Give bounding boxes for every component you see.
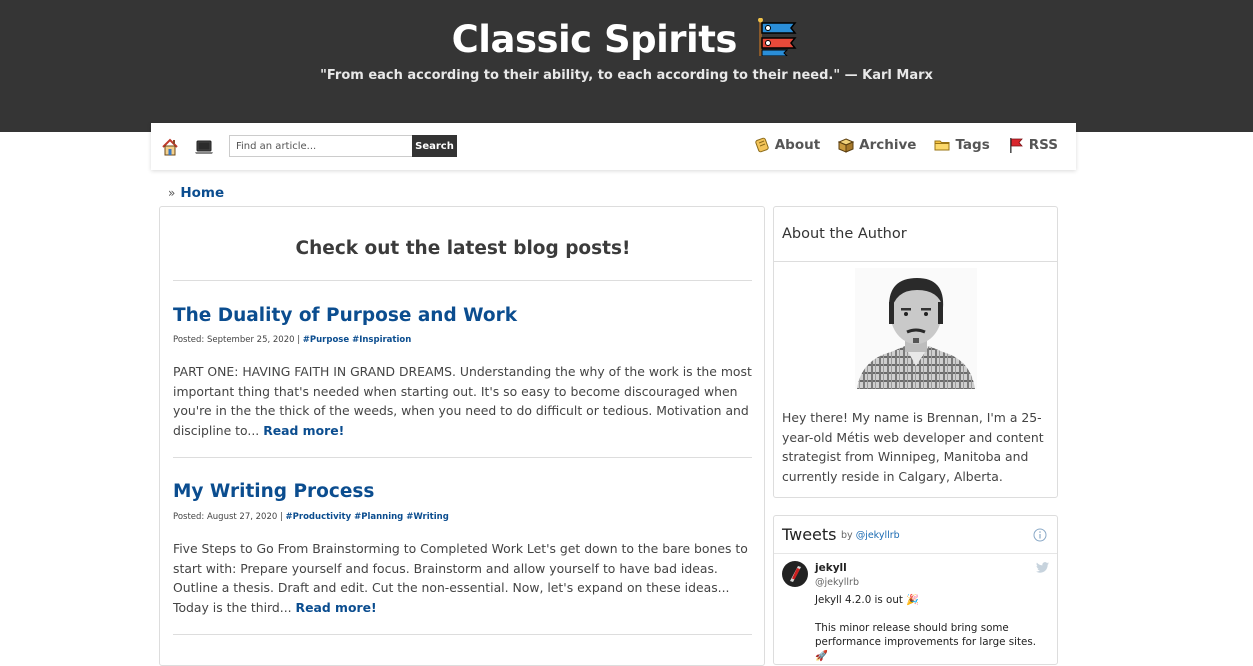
tweet-line: This minor release should bring some per… (815, 622, 1036, 662)
site-title-text[interactable]: Classic Spirits (452, 18, 738, 61)
author-card-title: About the Author (782, 226, 907, 242)
divider (774, 261, 1057, 262)
post-date: Posted: September 25, 2020 | (173, 335, 301, 345)
nav-link-label: RSS (1028, 137, 1058, 153)
divider (173, 634, 752, 635)
info-icon[interactable] (1033, 528, 1047, 542)
author-bio: Hey there! My name is Brennan, I'm a 25-… (782, 410, 1044, 484)
nav-links: About Archive Tags RSS (736, 137, 1058, 153)
navbar: Search About Archive Tags (151, 123, 1076, 170)
post-tags[interactable]: #Productivity #Planning #Writing (286, 512, 449, 522)
package-icon (838, 138, 855, 153)
tweet-author-name[interactable]: jekyll (815, 562, 847, 574)
tweets-by-handle[interactable]: @jekyllrb (856, 530, 900, 541)
flag-icon (1009, 138, 1023, 153)
jekyll-avatar[interactable] (782, 561, 808, 587)
nav-link-label: Archive (859, 137, 917, 153)
breadcrumb: » Home (168, 185, 224, 201)
divider (173, 457, 752, 458)
author-photo (855, 268, 977, 389)
post-excerpt: Five Steps to Go From Brainstorming to C… (173, 539, 755, 617)
breadcrumb-home-link[interactable]: Home (180, 185, 224, 201)
main-content: Check out the latest blog posts! The Dua… (159, 206, 765, 666)
site-header: Classic Spirits "From each according to … (0, 0, 1253, 132)
post-meta: Posted: September 25, 2020 | #Purpose #I… (173, 335, 411, 345)
main-heading: Check out the latest blog posts! (295, 238, 631, 259)
folder-icon (934, 140, 950, 151)
tweets-title[interactable]: Tweets (782, 525, 837, 544)
read-more-link[interactable]: Read more! (263, 423, 344, 438)
tweet-author-handle[interactable]: @jekyllrb (815, 577, 859, 588)
nav-link-rss[interactable]: RSS (1008, 137, 1058, 153)
search-input[interactable] (229, 135, 412, 157)
nav-link-tags[interactable]: Tags (934, 137, 990, 153)
divider (173, 280, 752, 281)
author-card: About the Author Hey there! My name is B… (773, 206, 1058, 498)
nav-link-archive[interactable]: Archive (838, 137, 916, 153)
nav-link-about[interactable]: About (754, 137, 820, 153)
breadcrumb-separator: » (168, 186, 176, 200)
post-title-link[interactable]: My Writing Process (173, 481, 374, 502)
header-quote: "From each according to their ability, t… (320, 68, 933, 83)
post-excerpt-text: PART ONE: HAVING FAITH IN GRAND DREAMS. … (173, 364, 752, 438)
tweet-line: Jekyll 4.2.0 is out 🎉 (815, 594, 919, 606)
house-icon[interactable] (161, 138, 179, 156)
read-more-link[interactable]: Read more! (296, 600, 377, 615)
twitter-bird-icon[interactable] (1036, 562, 1049, 573)
nav-link-label: About (774, 137, 821, 153)
search-button[interactable]: Search (412, 135, 457, 157)
post-excerpt: PART ONE: HAVING FAITH IN GRAND DREAMS. … (173, 362, 755, 440)
nav-link-label: Tags (955, 137, 990, 153)
post-tags[interactable]: #Purpose #Inspiration (303, 335, 412, 345)
tweets-by-prefix: by (841, 530, 853, 541)
divider (774, 553, 1057, 554)
carp-streamer-icon (758, 18, 797, 56)
tweets-by: by @jekyllrb (841, 530, 900, 541)
tweets-widget: Tweets by @jekyllrb jekyll @jekyllrb Jek… (773, 515, 1058, 665)
site-title[interactable]: Classic Spirits (0, 18, 1253, 61)
post-meta: Posted: August 27, 2020 | #Productivity … (173, 512, 449, 522)
laptop-icon[interactable] (194, 138, 214, 156)
post-excerpt-text: Five Steps to Go From Brainstorming to C… (173, 541, 748, 615)
post-title-link[interactable]: The Duality of Purpose and Work (173, 305, 517, 326)
post-date: Posted: August 27, 2020 | (173, 512, 283, 522)
tweet-text: Jekyll 4.2.0 is out 🎉 This minor release… (815, 593, 1045, 664)
scroll-icon (755, 137, 769, 153)
